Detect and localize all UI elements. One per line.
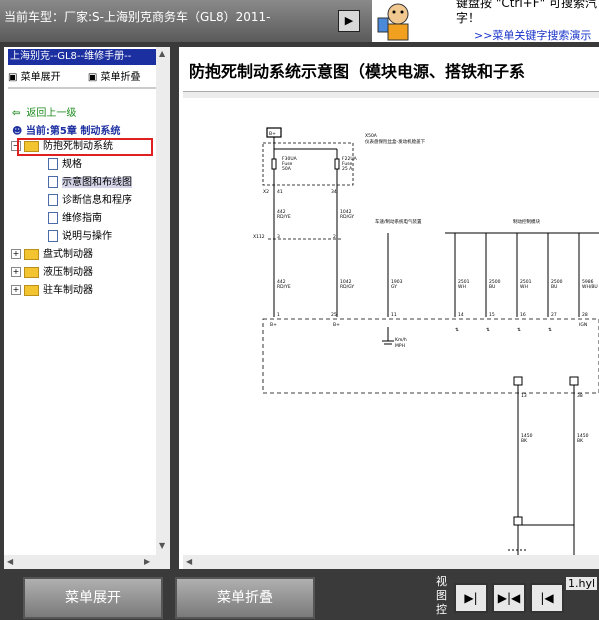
- svg-text:车速/制动系统电气装置: 车速/制动系统电气装置: [375, 218, 422, 225]
- back-link[interactable]: ⇦ 返回上一级: [12, 104, 76, 119]
- expand-menu-link[interactable]: ▣ 菜单展开: [8, 72, 73, 83]
- bottom-bar: 菜单展开 菜单折叠 视图控 ▶| ▶|◀ |◀ 1.hyl: [0, 571, 599, 620]
- svg-text:1: 1: [277, 312, 280, 318]
- current-chapter: ☻ 当前:第5章 制动系统: [12, 126, 121, 137]
- svg-text:WH/BU: WH/BU: [582, 284, 598, 290]
- back-arrow-icon: ⇦: [12, 108, 21, 119]
- collapse-menu-link[interactable]: ▣ 菜单折叠: [88, 72, 153, 83]
- svg-text:RD/GY: RD/GY: [340, 214, 354, 220]
- svg-text:仪表盘保险丝盒-发动机舱盖下: 仪表盘保险丝盒-发动机舱盖下: [365, 138, 426, 145]
- tree-item-hydraulic-brakes[interactable]: + 液压制动器: [11, 265, 93, 281]
- bplus-label: B+: [269, 131, 276, 137]
- tree-item-parking-brake[interactable]: + 驻车制动器: [11, 283, 93, 299]
- svg-text:X2: X2: [263, 189, 269, 195]
- svg-text:⇅: ⇅: [548, 327, 552, 333]
- svg-text:WH: WH: [458, 284, 466, 290]
- svg-text:34: 34: [331, 189, 337, 195]
- svg-text:13: 13: [521, 393, 527, 399]
- svg-text:RD/GY: RD/GY: [340, 284, 354, 290]
- left-vertical-scrollbar[interactable]: ▲ ▼: [156, 47, 170, 555]
- diagram-title: 防抱死制动系统示意图（模块电源、搭铁和子系: [189, 62, 526, 81]
- expand-icon[interactable]: +: [11, 285, 21, 295]
- svg-text:25 A: 25 A: [342, 166, 353, 172]
- tree-item-repair-guide[interactable]: 维修指南: [48, 211, 102, 227]
- folder-icon: [24, 248, 39, 260]
- left-horizontal-scrollbar[interactable]: ◀ ▶: [4, 555, 170, 569]
- svg-text:15: 15: [489, 312, 495, 318]
- svg-text:BK: BK: [521, 438, 528, 444]
- document-icon: [48, 194, 58, 206]
- svg-text:BK: BK: [577, 438, 584, 444]
- fit-width-icon[interactable]: ▶|◀: [492, 583, 526, 613]
- svg-text:RD/YE: RD/YE: [277, 284, 291, 290]
- play-left-icon[interactable]: |◀: [530, 583, 564, 613]
- svg-text:25: 25: [331, 312, 337, 318]
- svg-text:⇅: ⇅: [486, 327, 490, 333]
- expand-icon[interactable]: +: [11, 267, 21, 277]
- tree-item-schematics[interactable]: 示意图和布线图: [48, 175, 132, 191]
- tree-item-description[interactable]: 说明与操作: [48, 229, 112, 245]
- navigation-panel: 上海别克--GL8--维修手册-- ▣ 菜单展开 ▣ 菜单折叠 ⇦ 返回上一级 ☻…: [4, 47, 170, 569]
- search-demo-link[interactable]: >>菜单关键字搜索演示: [474, 27, 591, 43]
- search-tip-banner: 键盘按 "Ctrl+F" 可搜索汽 字！ >>菜单关键字搜索演示: [372, 0, 599, 42]
- vehicle-label: 当前车型：厂家:S-上海别克商务车（GL8）2011-: [4, 10, 271, 24]
- view-control-label: 视图控: [436, 575, 447, 616]
- play-right-icon[interactable]: ▶|: [454, 583, 488, 613]
- top-bar: 当前车型：厂家:S-上海别克商务车（GL8）2011- ▶ 键盘按 "Ctrl+…: [0, 0, 599, 42]
- svg-text:B+: B+: [270, 322, 277, 328]
- svg-text:27: 27: [551, 312, 557, 318]
- svg-text:GY: GY: [391, 284, 397, 290]
- content-panel: 防抱死制动系统示意图（模块电源、搭铁和子系 B+ X50A 仪表盘保险丝盒-发动…: [179, 47, 599, 569]
- svg-text:⇅: ⇅: [455, 327, 459, 333]
- document-icon: [48, 212, 58, 224]
- expand-icon[interactable]: +: [11, 249, 21, 259]
- folder-icon: [24, 266, 39, 278]
- svg-text:⇅: ⇅: [517, 327, 521, 333]
- svg-text:WH: WH: [520, 284, 528, 290]
- folder-icon: [24, 284, 39, 296]
- wiring-diagram: B+ X50A 仪表盘保险丝盒-发动机舱盖下 F30UA Fuse 50A F2…: [253, 127, 599, 555]
- manual-title: 上海别克--GL8--维修手册--: [8, 49, 158, 65]
- svg-text:28: 28: [582, 312, 588, 318]
- divider: [8, 87, 156, 89]
- highlight-box: [17, 138, 153, 156]
- svg-text:BU: BU: [551, 284, 557, 290]
- tree-item-diagnostics[interactable]: 诊断信息和程序: [48, 193, 132, 209]
- search-hint: 键盘按 "Ctrl+F" 可搜索汽 字！: [456, 0, 597, 25]
- svg-text:14: 14: [458, 312, 464, 318]
- mascot-icon: [377, 3, 409, 41]
- svg-text:RD/YE: RD/YE: [277, 214, 291, 220]
- tree-item-disc-brakes[interactable]: + 盘式制动器: [11, 247, 93, 263]
- svg-text:X50A: X50A: [365, 133, 378, 139]
- content-horizontal-scrollbar[interactable]: ◀: [183, 555, 599, 569]
- svg-text:50A: 50A: [282, 166, 292, 172]
- svg-text:X112: X112: [253, 234, 265, 240]
- user-icon: ☻: [12, 126, 23, 137]
- document-icon: [48, 176, 58, 188]
- document-icon: [48, 158, 58, 170]
- expand-menu-button[interactable]: 菜单展开: [23, 577, 163, 619]
- svg-text:MPH: MPH: [395, 343, 405, 349]
- svg-text:11: 11: [391, 312, 397, 318]
- file-label: 1.hyl: [566, 577, 598, 590]
- svg-text:IGN: IGN: [579, 322, 587, 328]
- svg-text:41: 41: [277, 189, 283, 195]
- document-icon: [48, 230, 58, 242]
- svg-text:B+: B+: [333, 322, 340, 328]
- play-arrow-icon[interactable]: ▶: [338, 10, 360, 32]
- menu-actions: ▣ 菜单展开 ▣ 菜单折叠: [8, 68, 164, 83]
- svg-text:Km/h: Km/h: [395, 337, 407, 343]
- tree-item-specs[interactable]: 规格: [48, 157, 82, 173]
- collapse-menu-button[interactable]: 菜单折叠: [175, 577, 315, 619]
- svg-text:BU: BU: [489, 284, 495, 290]
- svg-text:16: 16: [520, 312, 526, 318]
- svg-text:制动控制模块: 制动控制模块: [513, 218, 540, 225]
- svg-text:38: 38: [577, 393, 583, 399]
